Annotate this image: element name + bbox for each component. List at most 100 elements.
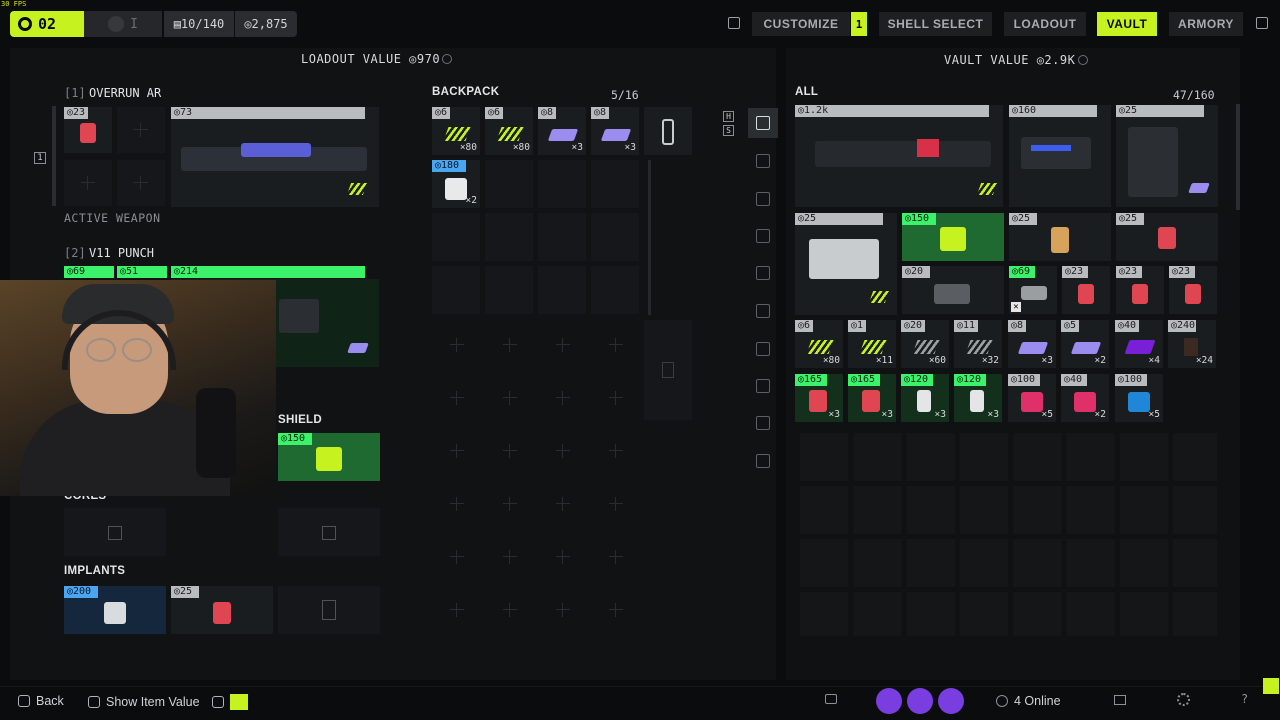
vault-item[interactable]: ◎8 ×3	[1008, 320, 1056, 368]
backpack-slot[interactable]	[538, 213, 586, 261]
price-tag: ◎6	[432, 107, 451, 119]
vault-item[interactable]: ◎240 ×24	[1168, 320, 1216, 368]
rifle-icon	[815, 141, 991, 167]
info-icon[interactable]	[1078, 55, 1088, 65]
vault-item[interactable]: ◎6 ×80	[795, 320, 843, 368]
backpack-slot[interactable]	[432, 213, 480, 261]
vault-item[interactable]: ◎11 ×32	[954, 320, 1002, 368]
back-button[interactable]: Back	[18, 694, 64, 708]
vault-item[interactable]: ◎120 ×3	[901, 374, 949, 422]
backpack-slot[interactable]	[485, 213, 533, 261]
tab-customize[interactable]: CUSTOMIZE	[752, 12, 850, 36]
vault-item[interactable]: ◎165 ×3	[795, 374, 843, 422]
filter-consumables-button[interactable]	[748, 184, 778, 214]
core-slot-1[interactable]	[64, 508, 166, 556]
tab-loadout[interactable]: LOADOUT	[1004, 12, 1086, 36]
vault-item[interactable]: ◎23	[1062, 266, 1110, 314]
filter-cores-button[interactable]	[748, 371, 778, 401]
backpack-slot[interactable]	[432, 266, 480, 314]
backpack-slot[interactable]	[591, 266, 639, 314]
implant-slot-3[interactable]	[278, 586, 380, 634]
vault-item[interactable]: ◎150	[902, 213, 1004, 261]
vault-item[interactable]: ◎25	[1009, 213, 1111, 261]
show-item-value-button[interactable]: Show Item Value	[88, 694, 248, 710]
backpack-extra-slot[interactable]	[644, 320, 692, 420]
implant-slot-2[interactable]: ◎25	[171, 586, 273, 634]
backpack-slot[interactable]: ◎180 ×2	[432, 160, 480, 208]
vault-item[interactable]: ◎5 ×2	[1061, 320, 1109, 368]
vault-item[interactable]: ◎160	[1009, 105, 1111, 207]
mail-icon[interactable]	[1114, 695, 1126, 705]
shield-slot[interactable]: ◎150	[278, 433, 380, 481]
gear-icon[interactable]	[1177, 693, 1190, 706]
vault-item[interactable]: ◎23	[1116, 266, 1164, 314]
backpack-equip-slot[interactable]	[644, 107, 692, 155]
weapon-scrollbar[interactable]	[52, 106, 56, 206]
backpack-slot[interactable]: ◎8 ×3	[538, 107, 586, 155]
vault-item[interactable]: ◎25	[1116, 105, 1218, 207]
backpack-slot[interactable]	[538, 266, 586, 314]
unequip-x-icon[interactable]: ✕	[1011, 302, 1021, 312]
vault-item[interactable]: ◎1 ×11	[848, 320, 896, 368]
filter-ammo-button[interactable]	[748, 258, 778, 288]
party-avatar[interactable]	[876, 688, 902, 714]
backpack-slot[interactable]: ◎8 ×3	[591, 107, 639, 155]
implant-slot-1[interactable]: ◎200	[64, 586, 166, 634]
party-avatar[interactable]	[938, 688, 964, 714]
weapon1-mod-slot[interactable]: ◎23	[64, 107, 112, 153]
backpack-slot[interactable]	[591, 160, 639, 208]
medkit-icon	[445, 178, 467, 200]
chat-icon[interactable]	[825, 694, 837, 704]
locked-slot-icon	[503, 603, 517, 617]
filter-misc-button[interactable]	[748, 446, 778, 476]
online-count[interactable]: 4 Online	[996, 694, 1061, 708]
core-slot-2[interactable]	[278, 508, 380, 556]
filter-shields-button[interactable]	[748, 408, 778, 438]
rank-badge[interactable]: I	[84, 11, 162, 37]
notification-icon[interactable]	[1263, 678, 1279, 694]
info-icon[interactable]	[442, 54, 452, 64]
vault-item[interactable]: ◎25	[1116, 213, 1218, 261]
empty-slot-icon	[134, 176, 148, 190]
backpack-slot[interactable]	[538, 160, 586, 208]
filter-mods-button[interactable]	[748, 296, 778, 326]
vault-scrollbar[interactable]	[1236, 104, 1240, 210]
quantity: ×3	[828, 409, 840, 420]
backpack-slot[interactable]	[485, 160, 533, 208]
vault-item[interactable]: ◎20 ×60	[901, 320, 949, 368]
tab-shell-select[interactable]: SHELL SELECT	[879, 12, 992, 36]
backpack-slot[interactable]: ◎6 ×80	[485, 107, 533, 155]
vault-item[interactable]: ◎165 ×3	[848, 374, 896, 422]
weapon1-stock-slot[interactable]	[117, 160, 165, 206]
backpack-slot[interactable]	[485, 266, 533, 314]
empty-slot-icon	[134, 123, 148, 137]
filter-weapons-button[interactable]	[748, 146, 778, 176]
filter-loot-button[interactable]	[748, 221, 778, 251]
backpack-scrollbar[interactable]	[648, 160, 651, 315]
vault-item[interactable]: ◎40 ×2	[1061, 374, 1109, 422]
help-icon[interactable]: ?	[1241, 692, 1248, 706]
filter-implants-button[interactable]	[748, 334, 778, 364]
weapon1-slot[interactable]: ◎73	[171, 107, 379, 207]
vault-item[interactable]: ◎100 ×5	[1008, 374, 1056, 422]
vault-item[interactable]: ◎1.2k	[795, 105, 1003, 207]
vault-item[interactable]: ◎40 ×4	[1115, 320, 1163, 368]
vault-item[interactable]: ◎23	[1169, 266, 1217, 314]
tab-vault[interactable]: VAULT	[1097, 12, 1157, 36]
filter-all-button[interactable]	[748, 108, 778, 138]
vault-item[interactable]: ◎25	[795, 213, 897, 315]
tab-armory[interactable]: ARMORY	[1169, 12, 1243, 36]
level-badge[interactable]: 02	[10, 11, 84, 37]
party-avatar[interactable]	[907, 688, 933, 714]
vault-item[interactable]: ◎20	[902, 266, 1004, 314]
vault-item[interactable]: ◎69 ✕	[1009, 266, 1057, 314]
backpack-slot[interactable]	[591, 213, 639, 261]
quantity: ×3	[1041, 355, 1053, 366]
vault-item[interactable]: ◎100 ×5	[1115, 374, 1163, 422]
weapon1-attachment-slot[interactable]	[117, 107, 165, 153]
figure-icon	[662, 119, 674, 145]
price-tag: ◎5	[1061, 320, 1080, 332]
vault-item[interactable]: ◎120 ×3	[954, 374, 1002, 422]
weapon1-magazine-slot[interactable]	[64, 160, 112, 206]
backpack-slot[interactable]: ◎6 ×80	[432, 107, 480, 155]
